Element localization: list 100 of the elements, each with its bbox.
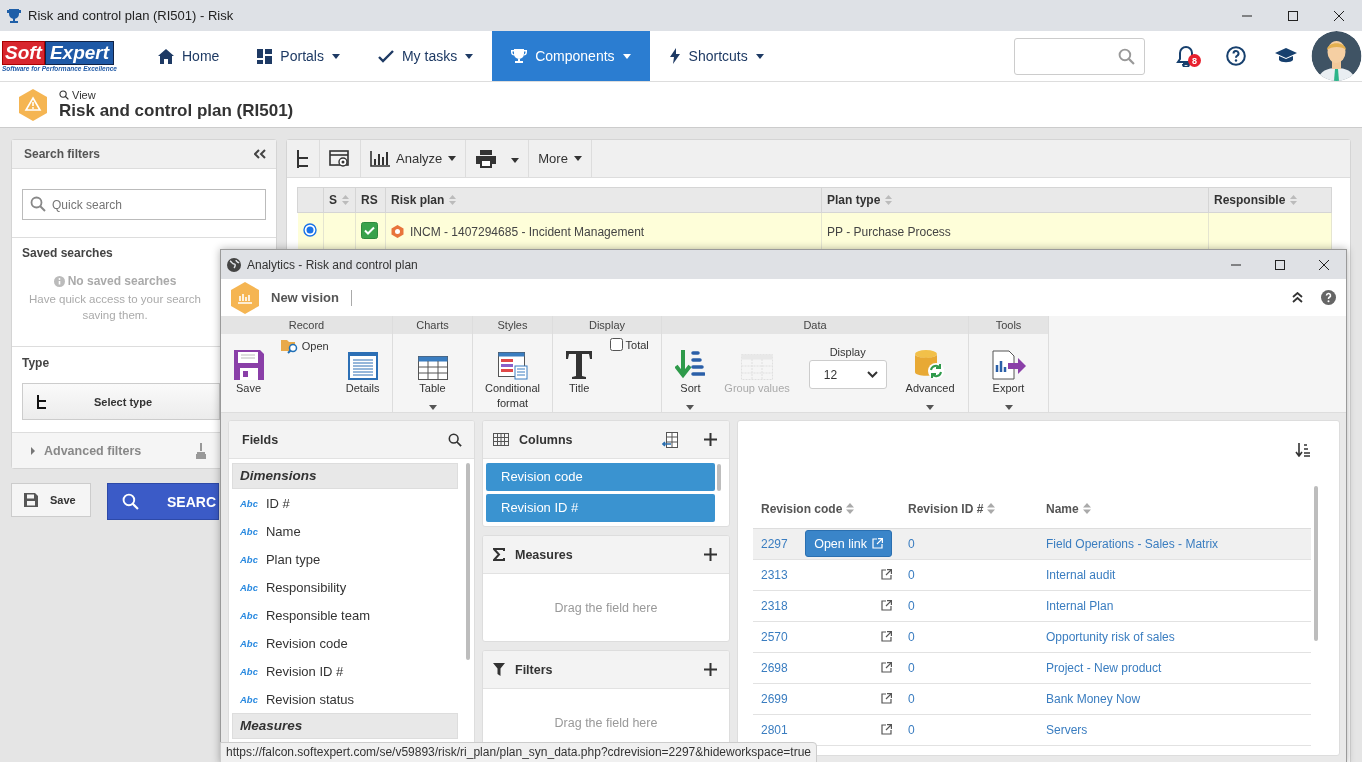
printer-icon[interactable] [475,149,498,168]
ribbon-button[interactable]: Conditional format [480,334,545,412]
link[interactable]: 2698 [761,660,788,675]
table-row[interactable]: 2699 0 Bank Money Now [753,683,1311,714]
caret-icon [331,53,340,59]
field-item[interactable]: Revision code [265,635,348,651]
ribbon-button[interactable]: Save [233,334,264,412]
column-chip[interactable]: Revision code [486,463,715,491]
avatar[interactable] [1311,31,1362,81]
field-item[interactable]: ID # [265,495,290,511]
field-item[interactable]: Plan type [265,551,321,567]
column-header[interactable]: Name [1046,502,1079,517]
nav-item[interactable]: My tasks [358,31,493,81]
field-item[interactable]: Name [265,523,301,539]
view-card-icon[interactable] [329,149,351,168]
radio-button[interactable] [302,223,317,238]
ribbon-button[interactable]: Table [417,334,448,414]
nav-item[interactable]: Home [139,31,239,81]
column-header[interactable]: Revision ID # [908,502,984,517]
trophy-icon [511,48,528,64]
link[interactable]: Bank Money Now [1046,691,1141,706]
link[interactable]: 0 [908,629,915,644]
link[interactable]: 0 [908,722,915,737]
field-item[interactable]: Responsibility [265,579,347,595]
ribbon-button[interactable]: Details [345,334,380,412]
table-row[interactable]: 2570 0 Opportunity risk of sales [753,621,1311,652]
collapse-icon[interactable] [1292,292,1303,303]
link[interactable]: 2570 [761,629,788,644]
search-button[interactable]: SEARC [107,483,219,520]
link[interactable]: 2801 [761,722,788,737]
help-icon[interactable] [1226,46,1246,66]
link[interactable]: 2318 [761,598,788,613]
more-button[interactable]: More [529,140,592,177]
external-link-icon[interactable] [881,662,892,673]
field-item[interactable]: Revision ID # [265,663,344,679]
display-select[interactable]: 12 [808,360,887,389]
field-item[interactable]: Responsible team [265,607,370,623]
link[interactable]: 0 [908,660,915,675]
checkbox[interactable] [609,338,623,351]
analyze-button[interactable]: Analyze [361,140,467,177]
link[interactable]: 2313 [761,567,788,582]
link[interactable]: 2699 [761,691,788,706]
add-icon[interactable] [704,548,717,561]
column-header[interactable]: Risk plan [391,193,445,207]
link[interactable]: 0 [908,536,915,551]
link[interactable]: Internal Plan [1046,598,1114,613]
external-link-icon[interactable] [881,600,892,611]
close-icon[interactable] [1318,258,1330,271]
maximize-icon[interactable] [1274,258,1286,271]
collapse-icon[interactable] [254,149,266,159]
table-row[interactable]: 2698 0 Project - New product [753,652,1311,683]
external-link-icon[interactable] [881,569,892,580]
link[interactable]: 0 [908,598,915,613]
link[interactable]: 0 [908,567,915,582]
column-header[interactable]: Revision code [761,502,843,517]
ribbon-button[interactable]: Advanced [905,334,955,414]
select-type-button[interactable]: Select type [22,383,220,420]
graduation-cap-icon[interactable] [1275,48,1297,64]
search-icon[interactable] [448,432,462,447]
open-link-button[interactable]: Open link [805,530,892,557]
save-button[interactable]: Save [11,483,91,517]
hierarchy-icon[interactable] [296,149,310,168]
help-icon[interactable] [1321,290,1336,305]
column-header[interactable]: Plan type [827,193,881,207]
nav-item[interactable]: Shortcuts [649,31,783,81]
table-row[interactable]: 2318 0 Internal Plan [753,590,1311,621]
column-chip[interactable]: Revision ID # [486,494,715,522]
sort-icon[interactable] [1295,443,1311,457]
table-row[interactable]: 2297 Open link 0 Field Operations - Sales - Matrix [753,528,1311,559]
empty-title: No saved searches [67,273,177,289]
add-icon[interactable] [704,433,717,446]
field-item[interactable]: Revision status [265,691,355,707]
link[interactable]: 2297 [761,536,788,551]
column-header[interactable]: S [329,193,337,207]
link[interactable]: Internal audit [1046,567,1116,582]
ribbon-button[interactable]: Export [991,334,1026,414]
table-row[interactable]: 2313 0 Internal audit [753,559,1311,590]
add-icon[interactable] [704,663,717,676]
bar-chart-icon [370,150,390,167]
broom-icon[interactable] [196,442,206,459]
swap-columns-icon[interactable] [662,431,678,448]
quick-search-field[interactable]: Quick search [22,189,266,220]
checkbox-label: Total [625,338,649,351]
close-icon[interactable] [1333,9,1345,22]
link[interactable]: Servers [1046,722,1088,737]
nav-item[interactable]: Components [492,31,650,81]
trophy-icon [6,7,22,24]
external-link-icon[interactable] [881,631,892,642]
nav-item[interactable]: Portals [238,31,359,81]
link[interactable]: 0 [908,691,915,706]
external-link-icon[interactable] [881,724,892,735]
ribbon-button[interactable]: Sort [675,334,706,414]
external-link-icon[interactable] [881,693,892,704]
link[interactable]: Project - New product [1046,660,1162,675]
checkbox[interactable] [361,221,378,239]
link[interactable]: Opportunity risk of sales [1046,629,1175,644]
maximize-icon[interactable] [1287,9,1299,22]
ribbon-button[interactable]: Title [565,334,594,412]
search-field[interactable] [1014,37,1145,75]
ribbon-button[interactable]: Open [280,334,329,354]
